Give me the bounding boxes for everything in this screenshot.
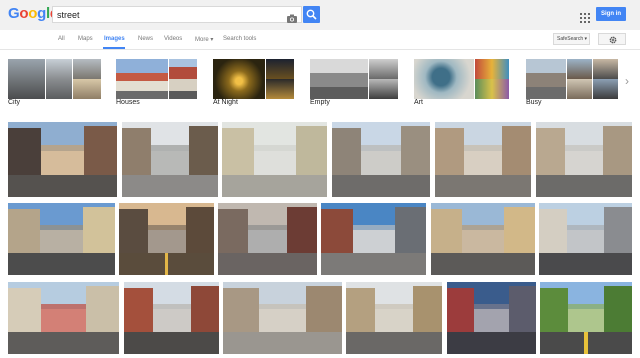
image-result[interactable] [447,282,536,354]
image-result[interactable] [223,282,342,354]
chevron-right-icon[interactable]: › [625,74,629,88]
related-searches-bar: City Houses At Night Empty Art Busy › [0,54,640,110]
chip-image [475,79,509,99]
chip-houses[interactable] [116,59,197,99]
search-box [52,6,302,23]
search-icon [306,9,317,20]
safesearch-button[interactable]: SafeSearch ▾ [553,33,590,45]
chip-image [169,59,197,79]
chevron-down-icon: ▾ [208,37,214,43]
logo-letter: g [37,5,46,22]
chip-image [567,79,592,99]
chip-label-art: Art [414,99,423,106]
safesearch-label: SafeSearch [557,36,584,42]
chip-image [169,79,197,99]
image-result[interactable] [540,282,632,354]
image-result[interactable] [222,122,327,197]
image-result[interactable] [218,203,317,275]
camera-icon[interactable] [287,10,297,23]
chip-image [475,59,509,79]
tab-more[interactable]: More ▾ [195,36,213,43]
search-button[interactable] [303,6,320,23]
google-logo[interactable]: Google [8,6,58,22]
image-result[interactable] [122,122,218,197]
chip-label-busy: Busy [526,99,542,106]
image-result[interactable] [536,122,632,197]
chip-image [8,59,45,99]
settings-button[interactable] [598,33,626,45]
image-result[interactable] [435,122,531,197]
chip-image [310,59,368,99]
tab-all[interactable]: All [58,36,65,42]
chip-image [369,79,398,99]
gear-icon [609,36,617,44]
image-result[interactable] [332,122,430,197]
image-result[interactable] [8,282,119,354]
chip-city[interactable] [8,59,101,99]
chevron-down-icon: ▾ [583,36,588,42]
chip-image [266,79,294,99]
logo-letter: o [28,5,38,22]
chip-image [73,79,101,99]
chip-image [526,59,566,99]
chip-image [369,59,398,79]
chip-label-empty: Empty [310,99,330,106]
tab-videos[interactable]: Videos [164,36,182,42]
image-result[interactable] [539,203,632,275]
search-input[interactable] [57,8,277,22]
chip-label-at-night: At Night [213,99,238,106]
chip-empty[interactable] [310,59,398,99]
chip-image [116,59,168,99]
tab-images[interactable]: Images [104,36,125,42]
chip-at-night[interactable] [213,59,294,99]
chip-label-city: City [8,99,21,106]
chip-image [567,59,592,79]
chip-label-houses: Houses [116,99,140,106]
top-bar: Google Sign in [0,0,640,30]
tab-more-label: More [195,37,209,43]
search-tabs: All Maps Images News Videos More ▾ Searc… [0,30,640,50]
chip-image [593,59,618,79]
chip-busy[interactable] [526,59,618,99]
image-result[interactable] [321,203,426,275]
tab-news[interactable]: News [138,36,153,42]
image-result[interactable] [124,282,219,354]
sign-in-button[interactable]: Sign in [596,7,626,21]
chip-image [46,59,72,99]
image-result[interactable] [346,282,442,354]
image-result[interactable] [119,203,214,275]
chip-image [213,59,265,99]
chip-image [73,59,101,79]
apps-grid-icon[interactable] [580,10,590,23]
tab-maps[interactable]: Maps [78,36,93,42]
logo-letter: G [8,5,20,22]
chip-image [266,59,294,79]
logo-letter: o [19,5,29,22]
active-tab-indicator [103,47,125,49]
chip-image [414,59,474,99]
tab-search-tools[interactable]: Search tools [223,36,256,42]
image-result[interactable] [8,122,117,197]
chip-art[interactable] [414,59,509,99]
image-result[interactable] [8,203,115,275]
image-result[interactable] [431,203,535,275]
chip-image [593,79,618,99]
